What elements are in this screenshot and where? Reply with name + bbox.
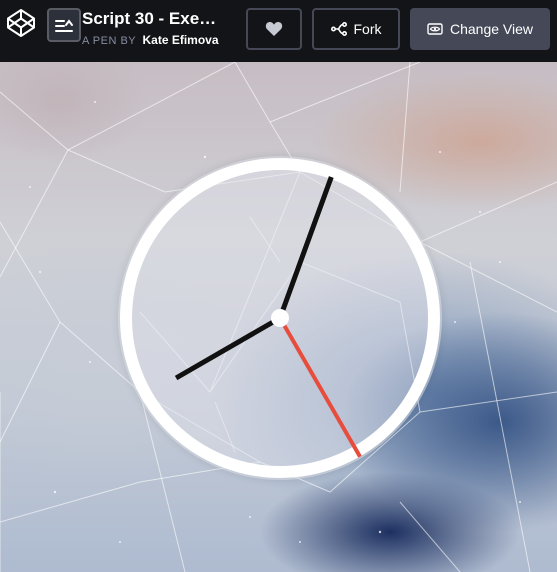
codepen-logo[interactable] <box>6 8 36 38</box>
fork-icon <box>330 22 347 36</box>
clock-minute-hand <box>277 176 334 319</box>
heart-button[interactable] <box>246 8 302 50</box>
pen-by-label: A PEN BY <box>82 35 137 47</box>
pen-header: Script 30 - Exe… A PEN BY Kate Efimova F… <box>0 0 557 62</box>
clock-hour-hand <box>174 315 282 381</box>
clock-face <box>120 158 440 478</box>
pen-preview <box>0 62 557 572</box>
pen-details-toggle-icon <box>55 19 73 32</box>
change-view-label: Change View <box>449 21 534 37</box>
eye-icon <box>427 23 443 35</box>
author-link[interactable]: Kate Efimova <box>142 33 218 47</box>
pen-details-toggle-button[interactable] <box>47 8 81 42</box>
heart-icon <box>265 21 283 36</box>
pen-byline: A PEN BY Kate Efimova <box>82 33 219 47</box>
fork-button[interactable]: Fork <box>312 8 400 50</box>
change-view-button[interactable]: Change View <box>410 8 550 50</box>
clock-second-hand <box>278 317 362 458</box>
clock-center-pin <box>271 309 289 327</box>
fork-label: Fork <box>353 21 382 37</box>
pen-title[interactable]: Script 30 - Exe… <box>82 9 232 29</box>
